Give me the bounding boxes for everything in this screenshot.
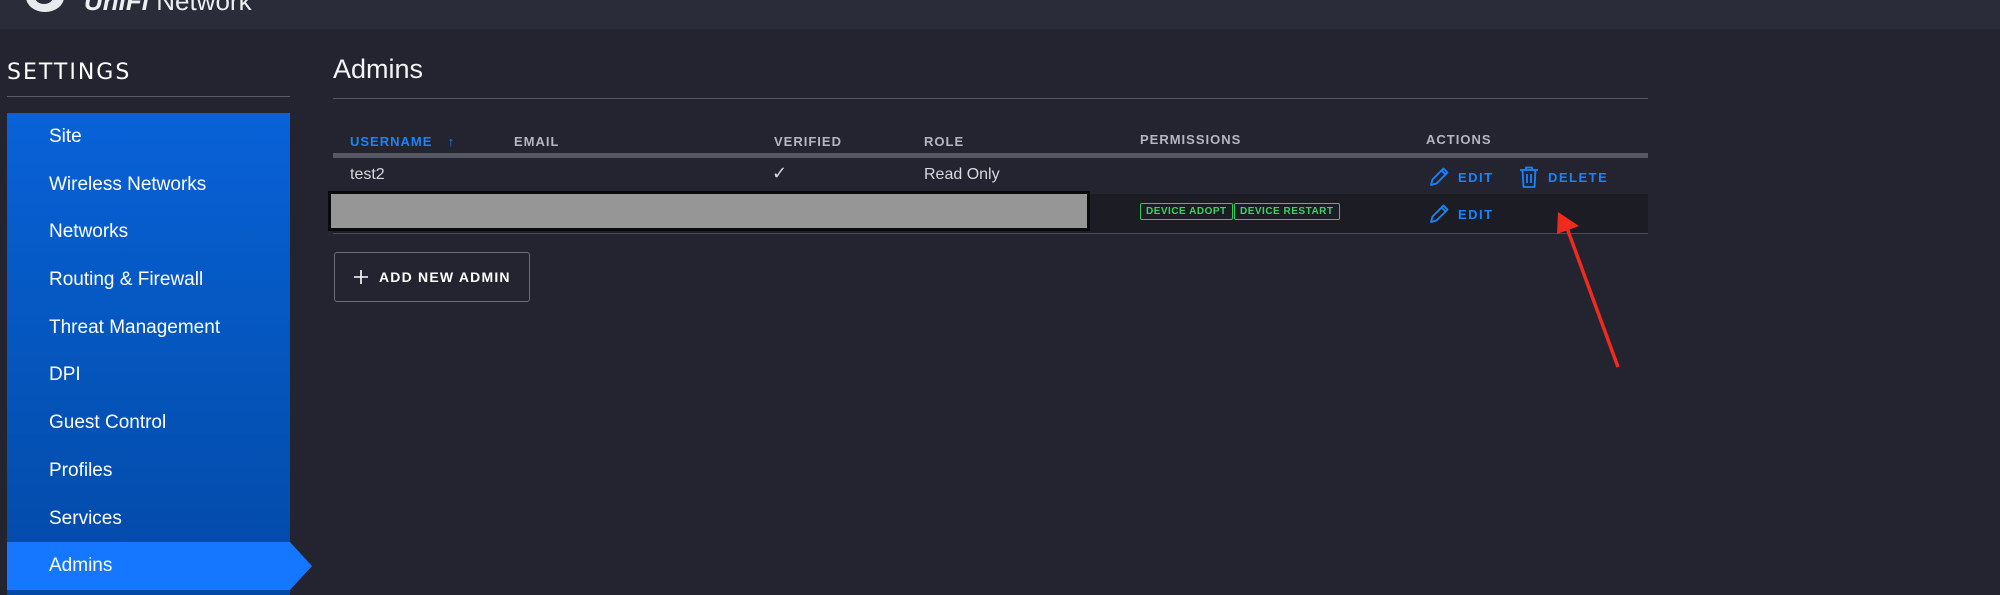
page-title: Admins (333, 54, 424, 84)
sidebar-item-routing-firewall[interactable]: Routing & Firewall (7, 256, 290, 304)
sidebar-item-dpi[interactable]: DPI (7, 351, 290, 399)
annotation-arrow (1557, 212, 1620, 368)
edit-button[interactable]: EDIT (1428, 166, 1494, 188)
divider (333, 98, 1648, 99)
sidebar-item-admins[interactable]: Admins (7, 542, 312, 591)
column-header-username[interactable]: USERNAME ↑ (350, 134, 455, 149)
pencil-icon (1430, 204, 1449, 223)
sidebar-item-threat-management[interactable]: Threat Management (7, 304, 290, 352)
sidebar-item-guest-control[interactable]: Guest Control (7, 399, 290, 447)
cell-role: Read Only (924, 166, 1000, 183)
column-header-permissions: PERMISSIONS (1140, 132, 1242, 147)
permission-badge: DEVICE ADOPT (1140, 203, 1233, 220)
column-header-verified[interactable]: VERIFIED (774, 134, 842, 149)
redacted-block (328, 191, 1090, 231)
divider (7, 96, 290, 97)
column-header-email[interactable]: EMAIL (514, 134, 559, 149)
column-header-actions: ACTIONS (1426, 132, 1492, 147)
plus-icon (354, 270, 368, 284)
trash-icon (1520, 166, 1538, 188)
pencil-icon (1430, 167, 1449, 186)
active-indicator (290, 542, 312, 591)
column-header-role[interactable]: ROLE (924, 134, 964, 149)
unifi-logo-icon[interactable] (26, 0, 64, 12)
settings-heading: SETTINGS (7, 60, 132, 85)
sort-arrow-icon: ↑ (447, 134, 456, 149)
verified-check-icon: ✓ (772, 163, 788, 183)
cell-username: test2 (350, 166, 385, 183)
edit-button[interactable]: EDIT (1428, 203, 1494, 225)
add-new-admin-button[interactable]: ADD NEW ADMIN (334, 252, 530, 302)
top-bar: UniFi Network (0, 0, 2000, 29)
sidebar-item-services[interactable]: Services (7, 495, 290, 543)
delete-button[interactable]: DELETE (1518, 165, 1608, 189)
permission-badge: DEVICE RESTART (1234, 203, 1340, 220)
sidebar-item-label: Admins (49, 555, 113, 577)
brand-name: UniFi Network (84, 0, 252, 16)
sidebar-item-profiles[interactable]: Profiles (7, 447, 290, 495)
sidebar-item-networks[interactable]: Networks (7, 208, 290, 256)
sidebar-item-wireless-networks[interactable]: Wireless Networks (7, 161, 290, 209)
divider (333, 233, 1648, 234)
settings-sidebar: Site Wireless Networks Networks Routing … (7, 113, 312, 595)
sidebar-item-site[interactable]: Site (7, 113, 290, 161)
